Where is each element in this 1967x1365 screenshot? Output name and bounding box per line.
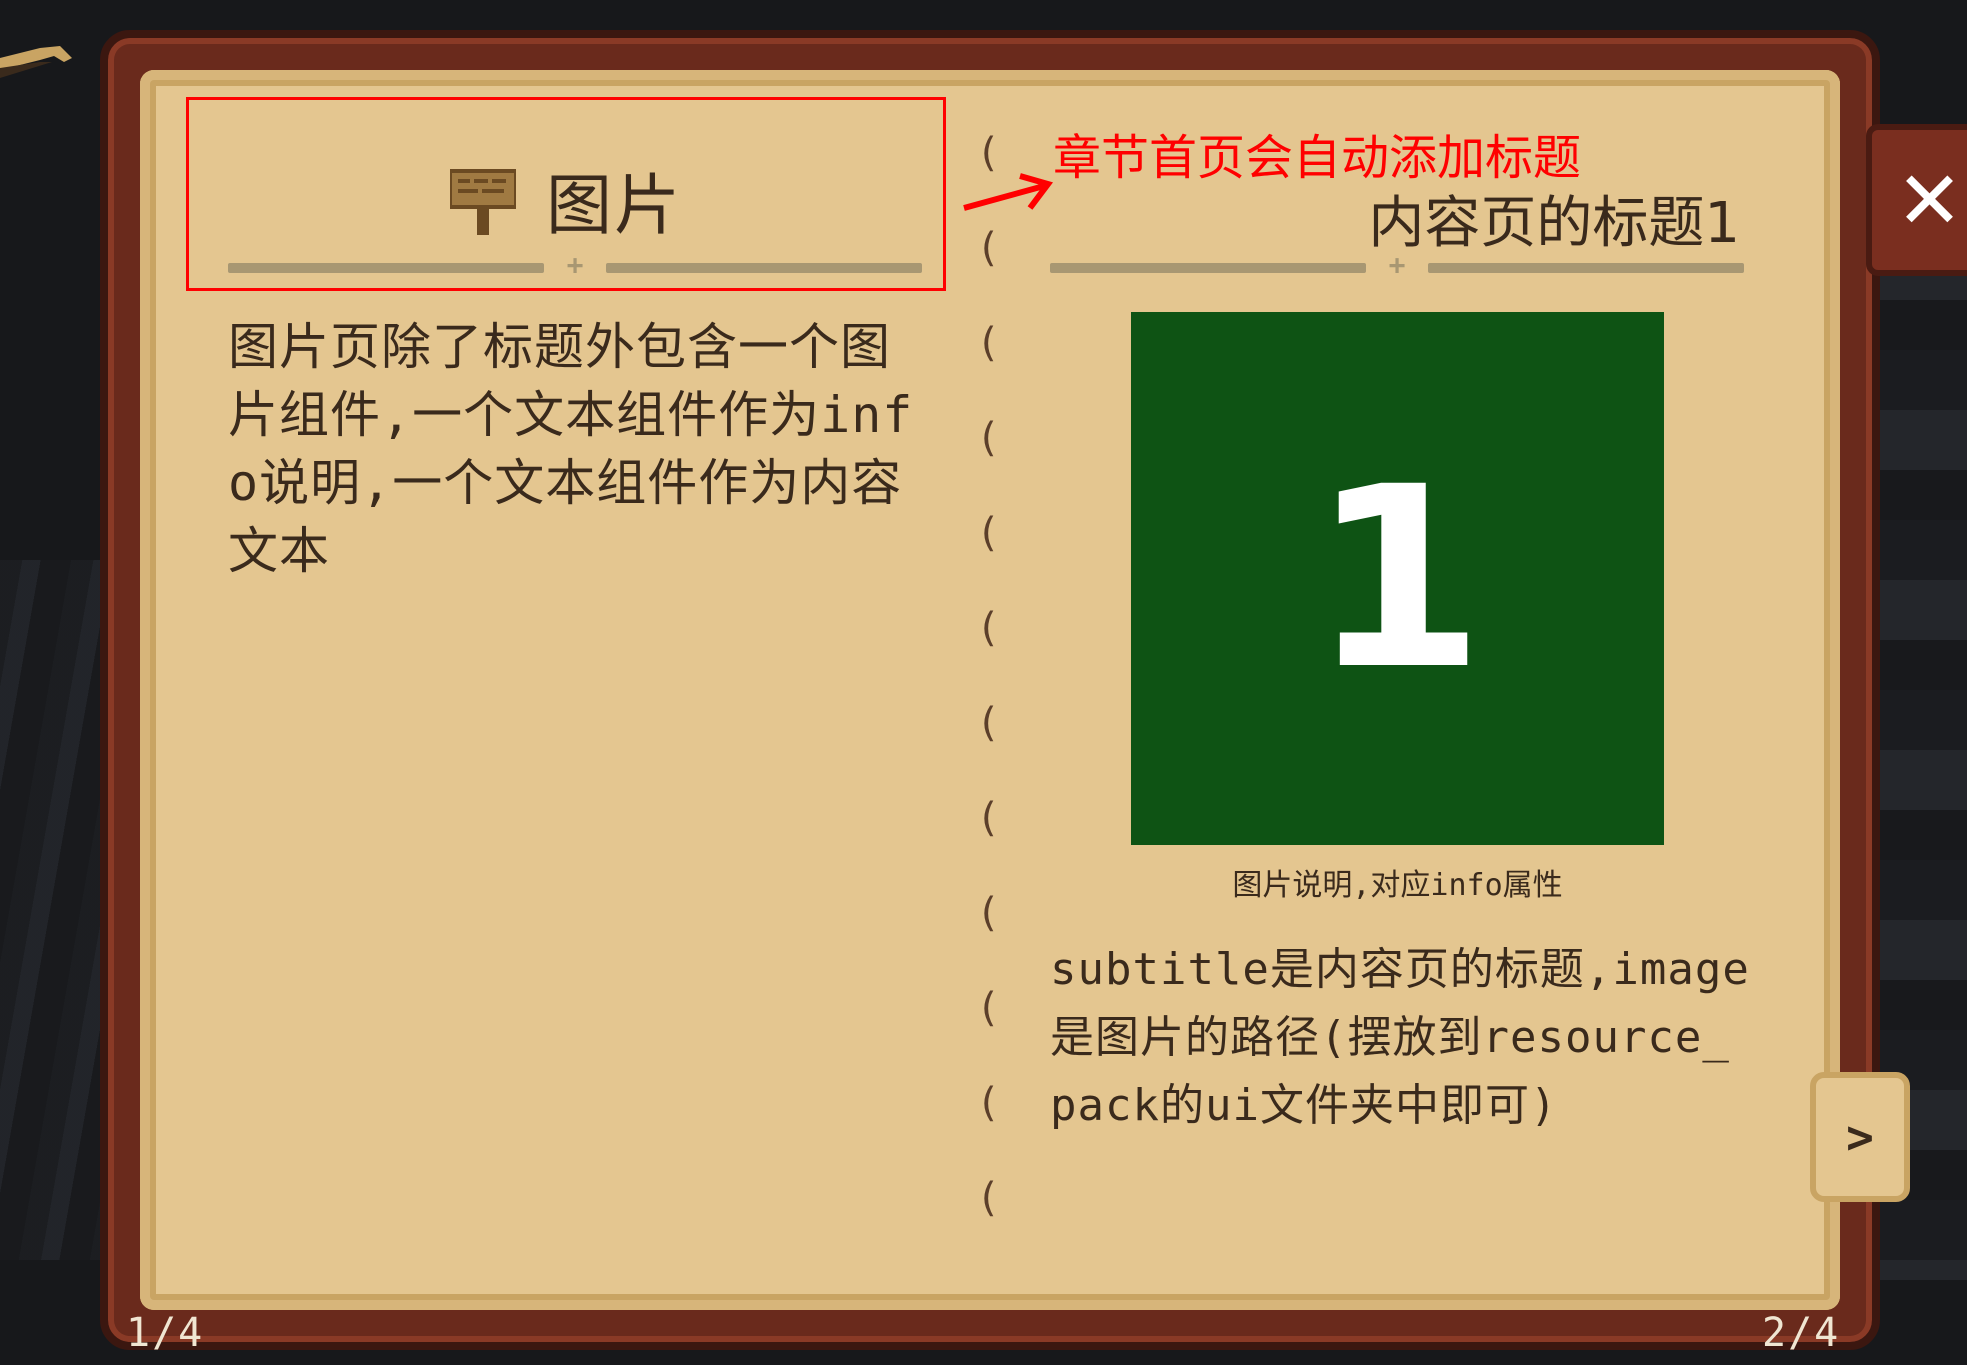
next-page-button[interactable]: > <box>1810 1072 1910 1202</box>
content-image: 1 <box>1131 312 1664 845</box>
wooden-sign-icon <box>450 169 516 235</box>
image-info-caption: 图片说明,对应info属性 <box>1232 868 1563 903</box>
book-clasp-icon <box>0 46 72 78</box>
chapter-title: 图片 <box>546 167 682 244</box>
content-page-subtitle: 内容页的标题1 <box>1368 191 1740 256</box>
annotation-arrow-icon <box>963 173 1054 211</box>
left-page-number: 1/4 <box>126 1310 205 1356</box>
chevron-right-icon: > <box>1846 1110 1874 1164</box>
right-title-divider: + <box>1050 248 1744 281</box>
right-page-body-text: subtitle是内容页的标题,image是图片的路径(摆放到resource_… <box>1050 944 1750 1131</box>
close-icon: ✕ <box>1895 153 1964 247</box>
left-title-divider: + <box>228 248 922 281</box>
close-button[interactable]: ✕ <box>1866 124 1967 276</box>
image-number-label: 1 <box>1310 433 1485 724</box>
book-spine-stitching: ( ( ( ( ( ( ( ( ( ( ( ( <box>976 130 1001 1221</box>
right-page-number: 2/4 <box>1762 1310 1841 1356</box>
background-shadow-left <box>0 560 110 1260</box>
chapter-title-row: 图片 <box>186 160 946 244</box>
left-page-body-text: 图片页除了标题外包含一个图片组件,一个文本组件作为info说明,一个文本组件作为… <box>228 318 914 580</box>
